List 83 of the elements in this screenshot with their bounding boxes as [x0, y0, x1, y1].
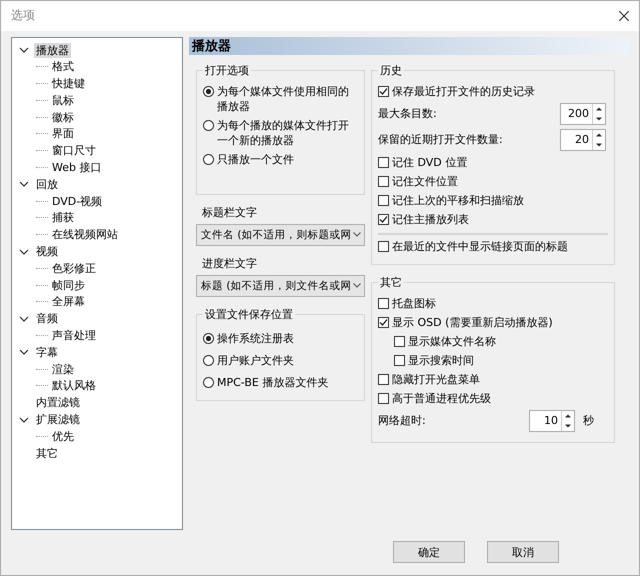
radio-button[interactable]: [203, 120, 214, 131]
group-title: 打开选项: [204, 62, 250, 78]
checkbox[interactable]: [394, 354, 405, 366]
checkbox[interactable]: [378, 392, 389, 404]
tree-item[interactable]: Web 接口: [50, 160, 104, 176]
tree-item[interactable]: 渲染: [50, 362, 76, 377]
tree-item[interactable]: 播放器: [34, 42, 71, 58]
radio-button[interactable]: [203, 376, 214, 388]
checkbox[interactable]: [378, 156, 389, 168]
radio-button[interactable]: [203, 332, 214, 344]
option-label: 记住上次的平移和扫描缩放: [392, 192, 524, 208]
option-label: 显示 OSD (需要重新启动播放器): [392, 314, 553, 330]
checkbox[interactable]: [378, 298, 389, 309]
option-label: 显示媒体文件名称: [408, 334, 496, 349]
checkbox[interactable]: [378, 176, 389, 187]
tree-item[interactable]: 其它: [34, 446, 60, 461]
checkbox[interactable]: [378, 374, 389, 385]
option-label: 显示搜索时间: [408, 352, 474, 368]
option-label: 隐藏打开光盘菜单: [392, 372, 480, 387]
field-label: 标题栏文字: [202, 204, 258, 220]
number-spinner[interactable]: 20: [560, 128, 606, 151]
dialog-button[interactable]: 确定: [393, 541, 465, 564]
tree-item[interactable]: 音频: [34, 311, 60, 326]
checkbox[interactable]: [378, 316, 389, 328]
option-label: 为每个播放的媒体文件打开一个新的播放器: [217, 118, 350, 148]
group-title: 其它: [379, 274, 403, 290]
tree-item[interactable]: 回放: [34, 176, 60, 192]
tree-item[interactable]: 鼠标: [50, 92, 76, 108]
tree-item[interactable]: 全屏幕: [50, 294, 87, 310]
radio-button[interactable]: [203, 154, 214, 165]
checkbox[interactable]: [378, 214, 389, 225]
tree-item[interactable]: 格式: [50, 59, 76, 74]
field-label: 进度栏文字: [202, 256, 258, 271]
option-label: 用户账户文件夹: [217, 352, 294, 368]
field-label: 保留的近期打开文件数量:: [378, 132, 503, 148]
tree-item[interactable]: 窗口尺寸: [50, 143, 98, 158]
tree-item[interactable]: 徽标: [50, 110, 76, 125]
number-spinner[interactable]: 10: [529, 410, 575, 432]
option-label: 托盘图标: [392, 296, 436, 311]
tree-item[interactable]: 色彩修正: [50, 260, 98, 276]
option-label: MPC-BE 播放器文件夹: [217, 374, 328, 390]
option-label: 在最近的文件中显示链接页面的标题: [392, 238, 568, 254]
tree-item[interactable]: 视频: [34, 244, 60, 260]
option-label: 高于普通进程优先级: [392, 390, 491, 406]
unit-label: 秒: [583, 413, 594, 428]
chevron-icon: [353, 232, 362, 238]
checkbox[interactable]: [378, 194, 389, 206]
option-label: 保存最近打开文件的历史记录: [392, 84, 535, 99]
radio-button[interactable]: [203, 86, 214, 97]
tree-item[interactable]: 内置滤镜: [34, 395, 82, 410]
tree-item[interactable]: DVD-视频: [50, 194, 104, 209]
group-title: 设置文件保存位置: [204, 306, 294, 322]
option-label: 记住文件位置: [392, 174, 458, 189]
tree-item[interactable]: 帧同步: [50, 278, 87, 293]
tree-item[interactable]: 在线视频网站: [50, 227, 120, 242]
chevron-icon: [353, 283, 362, 288]
dialog-button[interactable]: 取消: [487, 541, 559, 564]
number-spinner[interactable]: 200: [560, 102, 606, 125]
tree-item[interactable]: 默认风格: [50, 378, 98, 394]
checkbox[interactable]: [378, 240, 389, 252]
close-icon[interactable]: [619, 10, 629, 21]
field-label: 最大条目数:: [378, 106, 437, 122]
checkbox[interactable]: [378, 86, 389, 97]
radio-button[interactable]: [203, 354, 214, 366]
checkbox[interactable]: [394, 336, 405, 347]
tree-item[interactable]: 优先: [50, 428, 76, 444]
field-label: 网络超时:: [378, 413, 426, 428]
option-label: 操作系统注册表: [217, 330, 294, 346]
tree-item[interactable]: 声音处理: [50, 328, 98, 344]
tree-item[interactable]: 界面: [50, 126, 76, 142]
window-title: 选项: [11, 7, 35, 24]
tree-item[interactable]: 快捷键: [50, 76, 87, 92]
option-label: 记住 DVD 位置: [392, 154, 468, 170]
dropdown[interactable]: 标题 (如不适用，则文件名或网: [196, 274, 365, 297]
dropdown[interactable]: 文件名 (如不适用，则标题或网: [196, 224, 365, 246]
option-label: 记住主播放列表: [392, 212, 469, 227]
page-title: 播放器: [189, 36, 629, 55]
tree-item[interactable]: 捕获: [50, 210, 76, 226]
option-label: 只播放一个文件: [217, 152, 294, 167]
tree-item[interactable]: 字幕: [34, 344, 60, 360]
group-title: 历史: [379, 62, 403, 78]
option-label: 为每个媒体文件使用相同的播放器: [217, 84, 350, 114]
tree-item[interactable]: 扩展滤镜: [34, 412, 82, 428]
